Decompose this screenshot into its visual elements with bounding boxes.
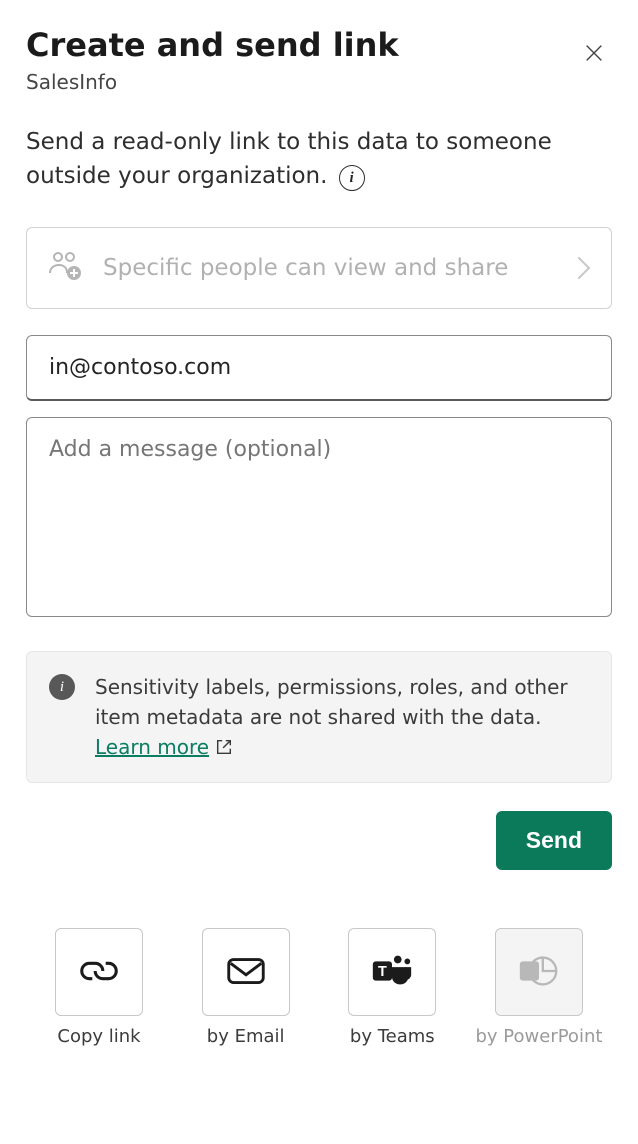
dialog-header: Create and send link SalesInfo (26, 26, 612, 94)
notice-text: Sensitivity labels, permissions, roles, … (95, 675, 568, 729)
message-input[interactable] (26, 417, 612, 617)
action-label: by Email (207, 1026, 285, 1047)
powerpoint-action: P by PowerPoint (474, 928, 604, 1047)
permission-selector[interactable]: Specific people can view and share (26, 227, 612, 309)
teams-icon: T (369, 948, 415, 997)
copy-link-button[interactable] (55, 928, 143, 1016)
teams-button[interactable]: T (348, 928, 436, 1016)
copy-link-action: Copy link (34, 928, 164, 1047)
close-button[interactable] (576, 36, 612, 72)
dialog-subtitle: SalesInfo (26, 70, 399, 94)
learn-more-link[interactable]: Learn more (95, 732, 233, 762)
powerpoint-button: P (495, 928, 583, 1016)
teams-action: T by Teams (327, 928, 457, 1047)
info-filled-icon: i (49, 674, 75, 700)
chevron-right-icon (568, 257, 591, 280)
close-icon (583, 42, 605, 67)
email-button[interactable] (202, 928, 290, 1016)
share-actions-row: Copy link by Email T (26, 928, 612, 1047)
sensitivity-notice: i Sensitivity labels, permissions, roles… (26, 651, 612, 783)
dialog-description: Send a read-only link to this data to so… (26, 129, 552, 188)
svg-text:P: P (525, 963, 535, 979)
powerpoint-icon: P (516, 948, 562, 997)
send-button[interactable]: Send (496, 811, 612, 870)
people-icon (45, 246, 85, 290)
action-label: Copy link (57, 1026, 140, 1047)
email-action: by Email (181, 928, 311, 1047)
mail-icon (223, 948, 269, 997)
permission-text: Specific people can view and share (103, 253, 553, 284)
dialog-title: Create and send link (26, 26, 399, 64)
external-link-icon (215, 738, 233, 756)
link-icon (76, 948, 122, 997)
create-send-link-dialog: Create and send link SalesInfo Send a re… (0, 0, 638, 1144)
action-label: by Teams (350, 1026, 435, 1047)
recipient-email-input[interactable] (26, 335, 612, 401)
svg-text:T: T (378, 963, 387, 979)
action-label: by PowerPoint (476, 1026, 603, 1047)
info-icon[interactable]: i (339, 165, 365, 191)
